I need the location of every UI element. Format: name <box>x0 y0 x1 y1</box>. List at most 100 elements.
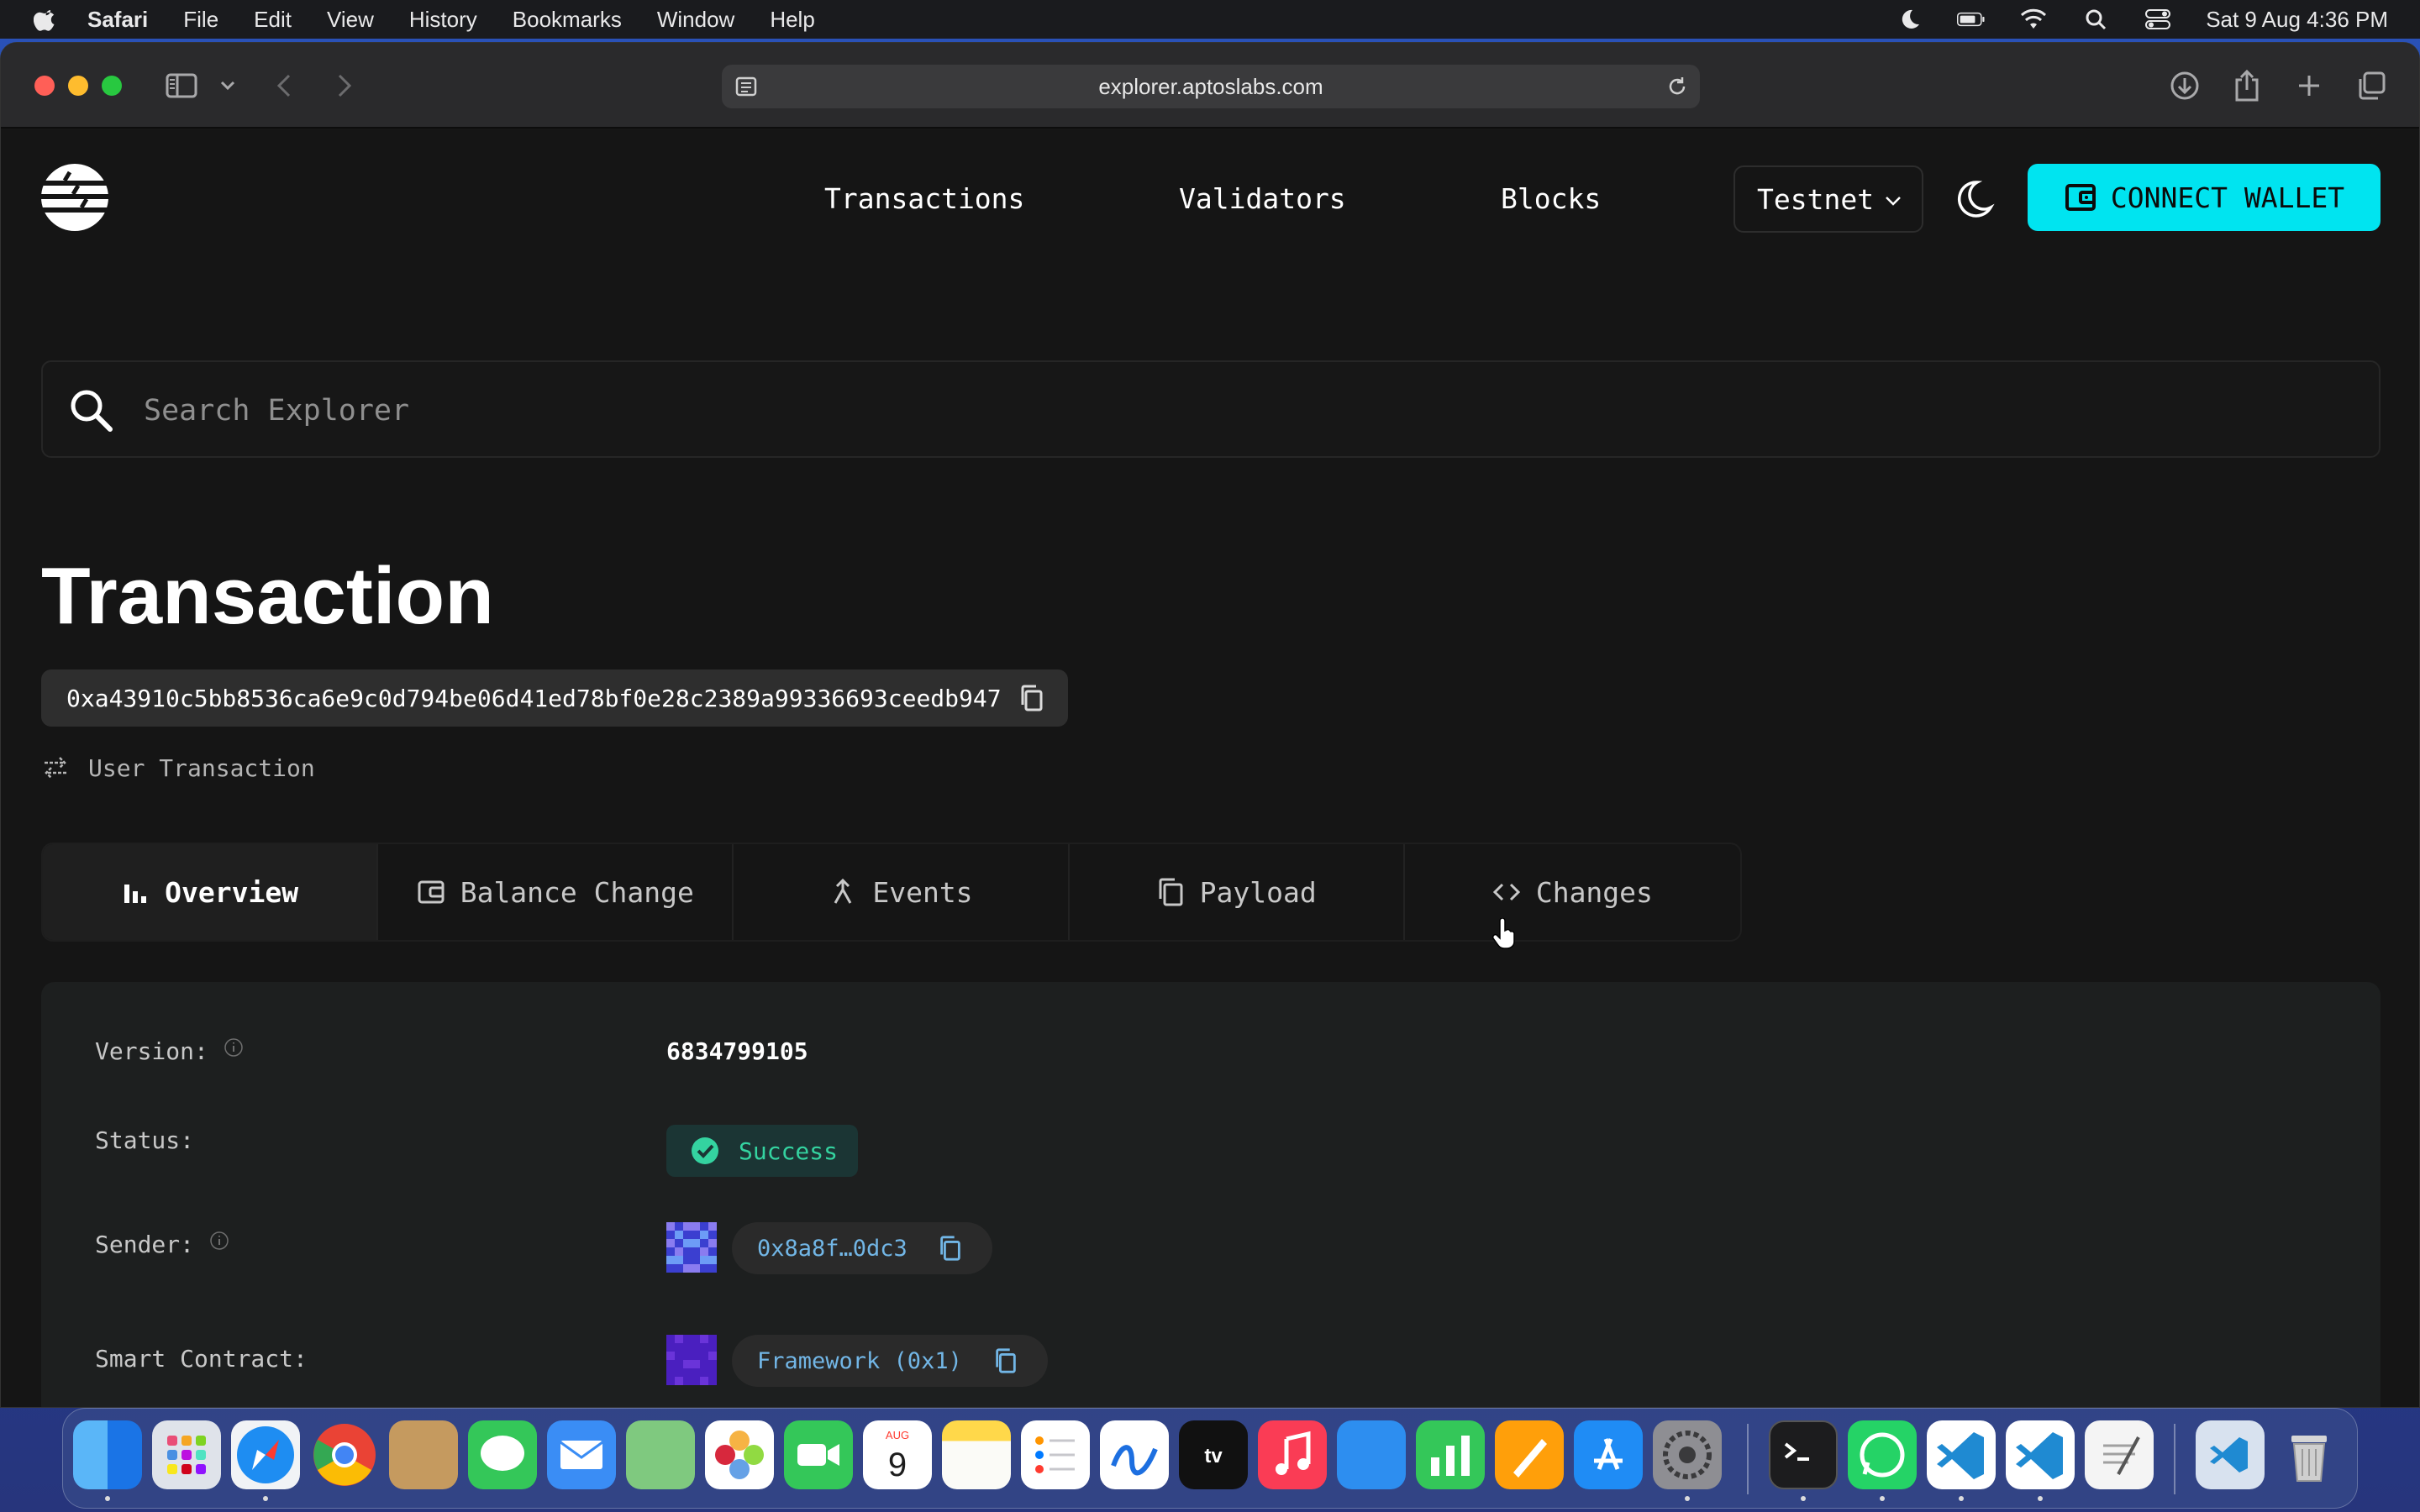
tab-balance-change[interactable]: Balance Change <box>378 844 734 940</box>
downloads-icon[interactable] <box>2167 68 2202 103</box>
contacts-icon[interactable] <box>389 1420 458 1489</box>
sender-address[interactable]: 0x8a8f…0dc3 <box>732 1222 992 1274</box>
pointer-hand-cursor-icon <box>1491 918 1515 949</box>
appletv-icon[interactable]: tv <box>1179 1420 1248 1489</box>
copy-hash-icon[interactable] <box>1018 684 1046 712</box>
transaction-type: User Transaction <box>41 753 315 782</box>
calendar-icon[interactable]: AUG 9 <box>863 1420 932 1489</box>
tab-overview-label: Overview <box>165 875 299 909</box>
nav-transactions-link[interactable]: Transactions <box>824 182 1024 215</box>
menu-bookmarks[interactable]: Bookmarks <box>513 7 622 33</box>
forward-arrow-icon[interactable] <box>327 68 362 103</box>
new-tab-plus-icon[interactable] <box>2291 68 2327 103</box>
status-label-text: Status: <box>95 1126 195 1154</box>
connect-wallet-button[interactable]: CONNECT WALLET <box>2028 164 2381 231</box>
window-close-button[interactable] <box>34 76 55 96</box>
menu-history[interactable]: History <box>409 7 477 33</box>
sidebar-toggle-icon[interactable] <box>164 68 199 103</box>
messages-icon[interactable] <box>468 1420 537 1489</box>
music-icon[interactable] <box>1258 1420 1327 1489</box>
info-icon[interactable] <box>224 1037 244 1058</box>
info-icon[interactable] <box>209 1231 229 1251</box>
running-indicator <box>263 1496 268 1501</box>
focus-moon-icon[interactable] <box>1895 7 1923 32</box>
reload-icon[interactable] <box>1665 74 1690 99</box>
smart-contract-text[interactable]: Framework (0x1) <box>757 1348 962 1374</box>
finder-icon[interactable] <box>73 1420 142 1489</box>
launchpad-icon[interactable] <box>152 1420 221 1489</box>
photos-icon[interactable] <box>705 1420 774 1489</box>
svg-text:tv: tv <box>1204 1445 1223 1467</box>
aptos-logo-icon[interactable] <box>39 162 110 233</box>
code-brackets-icon <box>1492 883 1520 901</box>
search-bar[interactable] <box>41 360 2381 458</box>
wallet-icon <box>418 880 445 904</box>
running-indicator <box>1880 1496 1885 1501</box>
page-title: Transaction <box>41 551 494 641</box>
mail-icon[interactable] <box>547 1420 616 1489</box>
menu-app-name[interactable]: Safari <box>87 7 148 33</box>
tab-overview[interactable]: Overview <box>43 844 379 940</box>
tab-payload[interactable]: Payload <box>1070 844 1405 940</box>
sender-label: Sender: <box>95 1231 229 1258</box>
status-value: Success <box>739 1137 839 1165</box>
vscode-icon[interactable] <box>1927 1420 1996 1489</box>
safari-icon[interactable] <box>231 1420 300 1489</box>
vscode-folder-icon[interactable] <box>2196 1420 2265 1489</box>
spotlight-search-icon[interactable] <box>2081 7 2110 32</box>
copy-contract-icon[interactable] <box>992 1347 1019 1374</box>
tab-changes[interactable]: Changes <box>1405 844 1740 940</box>
menu-help[interactable]: Help <box>770 7 814 33</box>
textedit-icon[interactable] <box>2085 1420 2154 1489</box>
whatsapp-icon[interactable] <box>1848 1420 1917 1489</box>
terminal-icon[interactable] <box>1769 1420 1838 1489</box>
address-bar[interactable]: explorer.aptoslabs.com <box>722 65 1700 108</box>
window-minimize-button[interactable] <box>68 76 88 96</box>
settings-icon[interactable] <box>1653 1420 1722 1489</box>
tab-group-chevron-icon[interactable] <box>211 68 245 103</box>
url-text[interactable]: explorer.aptoslabs.com <box>1098 74 1323 100</box>
pages-icon[interactable] <box>1495 1420 1564 1489</box>
battery-icon[interactable] <box>1957 7 1986 32</box>
check-circle-icon <box>692 1137 718 1164</box>
network-select[interactable]: Testnet <box>1733 165 1923 233</box>
dark-mode-moon-icon[interactable] <box>1952 177 1996 221</box>
freeform-icon[interactable] <box>1100 1420 1169 1489</box>
window-zoom-button[interactable] <box>102 76 122 96</box>
appstore-icon[interactable] <box>1574 1420 1643 1489</box>
wifi-icon[interactable] <box>2019 7 2048 32</box>
sender-address-text[interactable]: 0x8a8f…0dc3 <box>757 1236 908 1262</box>
nav-validators-link[interactable]: Validators <box>1179 182 1346 215</box>
menu-window[interactable]: Window <box>657 7 734 33</box>
version-value[interactable]: 6834799105 <box>666 1037 808 1065</box>
reminders-icon[interactable] <box>1021 1420 1090 1489</box>
numbers-icon[interactable] <box>1416 1420 1485 1489</box>
menu-bar-clock[interactable]: Sat 9 Aug 4:36 PM <box>2206 7 2388 33</box>
smart-contract-label-text: Smart Contract: <box>95 1345 308 1373</box>
share-icon[interactable] <box>2229 68 2265 103</box>
sender-label-text: Sender: <box>95 1231 195 1258</box>
menu-file[interactable]: File <box>183 7 218 33</box>
tab-events[interactable]: Events <box>734 844 1070 940</box>
smart-contract-address[interactable]: Framework (0x1) <box>732 1335 1048 1387</box>
search-input[interactable] <box>144 386 2328 436</box>
tab-overview-icon[interactable] <box>2354 68 2389 103</box>
nav-blocks-link[interactable]: Blocks <box>1501 182 1601 215</box>
maps-icon[interactable] <box>626 1420 695 1489</box>
menu-view[interactable]: View <box>327 7 374 33</box>
bar-chart-icon <box>124 885 147 903</box>
chrome-icon[interactable] <box>310 1420 379 1489</box>
trash-icon[interactable] <box>2275 1420 2344 1489</box>
facetime-icon[interactable] <box>784 1420 853 1489</box>
running-indicator <box>2038 1496 2043 1501</box>
back-arrow-icon[interactable] <box>266 68 302 103</box>
menu-edit[interactable]: Edit <box>254 7 292 33</box>
keynote-icon[interactable] <box>1337 1420 1406 1489</box>
page-menu-icon[interactable] <box>734 74 759 99</box>
vscode-icon[interactable] <box>2006 1420 2075 1489</box>
control-center-icon[interactable] <box>2144 7 2172 32</box>
copy-sender-icon[interactable] <box>937 1235 964 1262</box>
apple-menu-icon[interactable] <box>34 7 59 32</box>
notes-icon[interactable] <box>942 1420 1011 1489</box>
version-label-text: Version: <box>95 1037 208 1065</box>
